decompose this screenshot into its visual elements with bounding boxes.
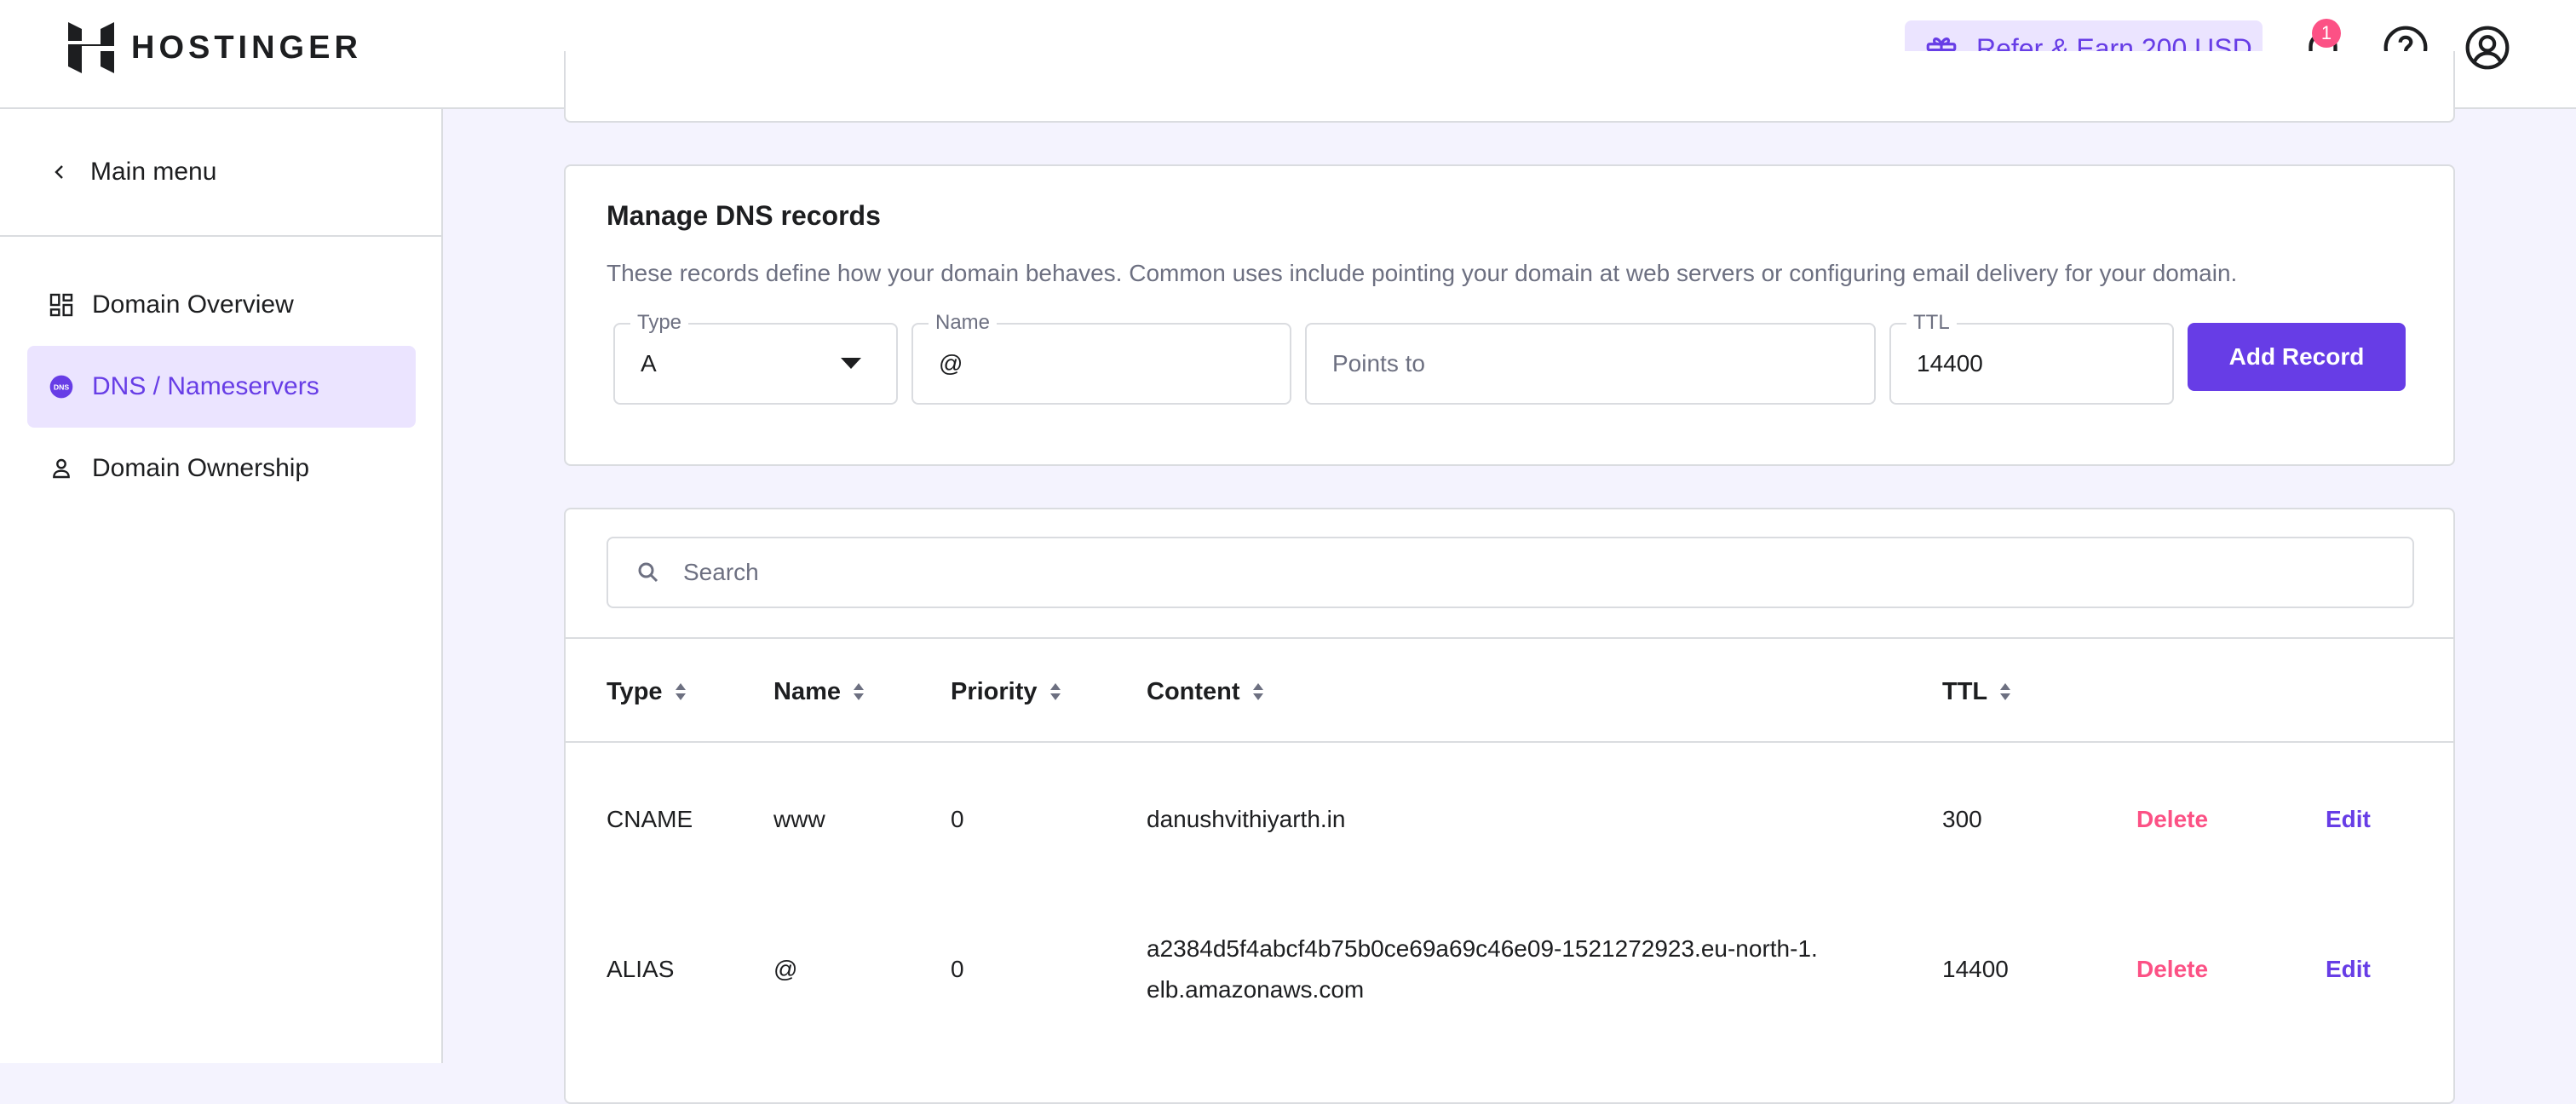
sort-icon [675,683,686,700]
delete-button[interactable]: Delete [2136,745,2208,894]
grid-icon [49,293,73,317]
account-icon[interactable] [2464,24,2511,72]
cell-name: www [773,806,825,832]
column-header-priority[interactable]: Priority [951,639,1061,745]
table-row: CNAME www 0 danushvithiyarth.in 300 Dele… [566,745,2453,894]
edit-button[interactable]: Edit [2326,745,2371,894]
name-label: Name [929,311,998,335]
edit-button[interactable]: Edit [2326,894,2371,1044]
sidebar-item-domain-ownership[interactable]: Domain Ownership [27,428,416,509]
manage-dns-description: These records define how your domain beh… [607,260,2238,286]
cell-ttl: 300 [1942,806,1982,832]
column-header-label: TTL [1942,677,1988,705]
column-header-label: Content [1147,677,1240,705]
type-select[interactable]: Type A [613,311,898,405]
search-field[interactable] [607,537,2414,608]
caret-down-icon [841,358,861,369]
main-menu-link[interactable]: Main menu [0,109,441,237]
hostinger-logo-icon [68,22,114,73]
sort-icon [854,683,864,700]
table-header: Type Name Priority Content TTL [566,637,2453,743]
cell-content: danushvithiyarth.in [1147,745,1345,894]
delete-button[interactable]: Delete [2136,894,2208,1044]
name-input[interactable] [939,350,1255,377]
points-to-input[interactable] [1332,350,1820,377]
sidebar-item-domain-overview[interactable]: Domain Overview [27,264,416,346]
notification-badge: 1 [2312,19,2341,48]
add-record-button[interactable]: Add Record [2188,323,2406,391]
cell-content: a2384d5f4abcf4b75b0ce69a69c46e09-1521272… [1147,894,1818,1044]
manage-dns-card: Manage DNS records These records define … [564,164,2455,466]
column-header-ttl[interactable]: TTL [1942,639,2011,745]
column-header-content[interactable]: Content [1147,639,1264,745]
sidebar-item-dns-nameservers[interactable]: DNS DNS / Nameservers [27,346,416,428]
cell-type: CNAME [607,806,693,832]
cell-content-line2: elb.amazonaws.com [1147,976,1365,1003]
points-to-field[interactable] [1305,323,1876,405]
ttl-label: TTL [1906,311,1957,335]
ttl-input[interactable] [1917,350,2147,377]
column-header-name[interactable]: Name [773,639,865,745]
ttl-field[interactable]: TTL [1889,311,2174,405]
cell-name: @ [773,956,798,982]
previous-card [564,51,2455,123]
sidebar-item-label: DNS / Nameservers [92,372,319,400]
sidebar: Main menu Domain Overview DNS DNS / Name… [0,109,443,1063]
sort-icon [1049,683,1061,700]
cell-priority: 0 [951,956,964,982]
cell-ttl: 14400 [1942,956,2009,982]
sort-icon [2000,683,2011,700]
sidebar-item-label: Domain Ownership [92,454,310,482]
cell-content-line1: a2384d5f4abcf4b75b0ce69a69c46e09-1521272… [1147,935,1818,962]
type-label: Type [630,311,689,335]
search-input[interactable] [683,559,2302,586]
table-row: ALIAS @ 0 a2384d5f4abcf4b75b0ce69a69c46e… [566,894,2453,1044]
manage-dns-title: Manage DNS records [607,200,881,231]
svg-text:DNS: DNS [54,382,70,391]
search-icon [638,562,658,583]
cell-content-text: danushvithiyarth.in [1147,806,1346,832]
person-icon [53,458,70,479]
chevron-left-icon [55,165,63,179]
dns-icon: DNS [49,375,73,399]
brand-logo[interactable]: HOSTINGER [68,22,362,73]
column-header-type[interactable]: Type [607,639,687,745]
column-header-label: Name [773,677,841,705]
brand-name: HOSTINGER [131,29,362,66]
main-menu-label: Main menu [90,158,217,186]
sort-icon [1252,683,1263,700]
cell-type: ALIAS [607,956,675,982]
dns-records-card: Type Name Priority Content TTL CNAME www… [564,508,2455,1104]
column-header-label: Type [607,677,663,705]
column-header-label: Priority [951,677,1038,705]
name-field[interactable]: Name [911,311,1291,405]
type-value: A [641,350,657,377]
cell-priority: 0 [951,806,964,832]
sidebar-item-label: Domain Overview [92,290,294,319]
